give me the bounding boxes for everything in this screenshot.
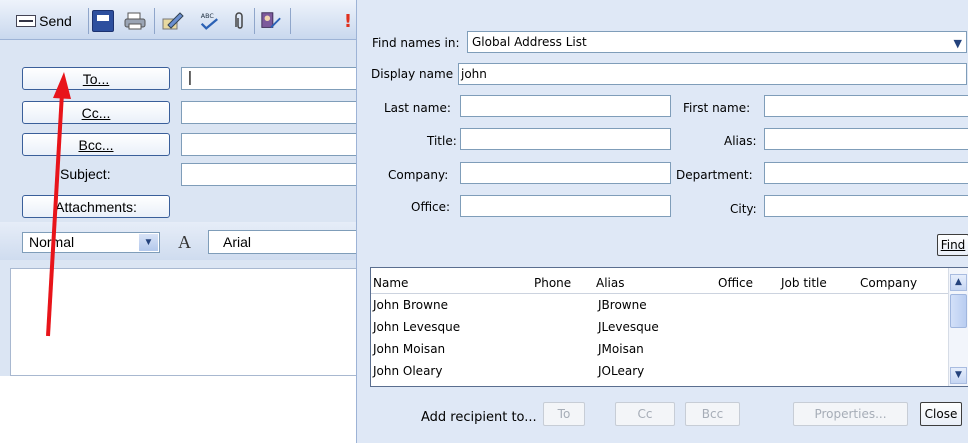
- find-names-select[interactable]: Global Address List ▼: [467, 31, 967, 53]
- row-name: John Browne: [373, 298, 448, 312]
- print-icon: [124, 10, 146, 32]
- first-name-input[interactable]: [764, 95, 968, 117]
- title-label: Title:: [427, 134, 457, 148]
- importance-button[interactable]: !: [340, 9, 356, 33]
- find-names-label: Find names in:: [372, 36, 460, 50]
- print-button[interactable]: [124, 9, 146, 33]
- font-select-value: Arial: [223, 234, 252, 250]
- alias-label: Alias:: [724, 134, 757, 148]
- table-row[interactable]: John Levesque JLevesque: [371, 317, 949, 339]
- to-input-cursor: |: [188, 69, 192, 86]
- add-recipient-label: Add recipient to...: [421, 410, 537, 425]
- row-name: John Levesque: [373, 320, 461, 334]
- department-input[interactable]: [764, 162, 968, 184]
- add-bcc-label: Bcc: [701, 407, 724, 421]
- company-input[interactable]: [460, 162, 671, 184]
- column-header-phone[interactable]: Phone: [534, 276, 571, 290]
- first-name-label: First name:: [683, 101, 751, 115]
- to-input[interactable]: |: [181, 67, 356, 90]
- importance-icon: !: [343, 10, 353, 32]
- results-list[interactable]: Name Phone Alias Office Job title Compan…: [370, 267, 968, 387]
- toolbar-separator: [290, 8, 291, 34]
- add-cc-button[interactable]: Cc: [615, 402, 675, 426]
- add-to-label: To: [557, 407, 571, 421]
- properties-label: Properties...: [814, 407, 887, 421]
- row-alias: JLevesque: [598, 320, 659, 334]
- toolbar-separator: [154, 8, 155, 34]
- spell-check-icon: ABC: [198, 10, 220, 32]
- find-names-value: Global Address List: [472, 35, 587, 49]
- chevron-down-icon[interactable]: ▼: [139, 234, 158, 251]
- edit-icon: [162, 10, 184, 32]
- annotation-arrow-shaft: [46, 92, 64, 337]
- office-label: Office:: [411, 200, 451, 214]
- city-input[interactable]: [764, 195, 968, 217]
- properties-button[interactable]: Properties...: [793, 402, 908, 426]
- column-header-office[interactable]: Office: [718, 276, 753, 290]
- table-row[interactable]: John Moisan JMoisan: [371, 339, 949, 361]
- column-header-job-title[interactable]: Job title: [781, 276, 827, 290]
- annotation-arrow: [46, 72, 71, 337]
- row-alias: JBrowne: [598, 298, 647, 312]
- display-name-input[interactable]: john: [458, 63, 967, 85]
- row-name: John Moisan: [373, 342, 446, 356]
- annotation-arrow-head: [53, 72, 71, 99]
- add-cc-label: Cc: [637, 407, 653, 421]
- row-name: John Oleary: [373, 364, 443, 378]
- alias-input[interactable]: [764, 128, 968, 150]
- column-header-company[interactable]: Company: [860, 276, 917, 290]
- svg-text:ABC: ABC: [201, 12, 215, 20]
- title-input[interactable]: [460, 128, 671, 150]
- company-label: Company:: [388, 168, 449, 182]
- address-book-icon: [260, 10, 282, 32]
- last-name-input[interactable]: [460, 95, 671, 117]
- column-header-name[interactable]: Name: [373, 276, 408, 290]
- add-to-button[interactable]: To: [543, 402, 585, 426]
- row-alias: JOLeary: [598, 364, 645, 378]
- scroll-thumb[interactable]: [950, 294, 967, 328]
- address-book-button[interactable]: [260, 9, 282, 33]
- cc-input[interactable]: [181, 101, 356, 124]
- toolbar-separator: [254, 8, 255, 34]
- table-row[interactable]: John Browne JBrowne: [371, 295, 949, 317]
- font-icon: A: [178, 232, 191, 252]
- close-button[interactable]: Close: [920, 402, 962, 426]
- close-label: Close: [924, 407, 958, 421]
- find-button-label: Find: [940, 238, 966, 252]
- display-name-value: john: [461, 67, 487, 81]
- spell-check-button[interactable]: ABC: [198, 9, 220, 33]
- font-select[interactable]: Arial: [208, 230, 356, 254]
- last-name-label: Last name:: [384, 101, 451, 115]
- display-name-label: Display name: [371, 67, 454, 81]
- city-label: City:: [730, 202, 757, 216]
- results-scrollbar[interactable]: ▲ ▼: [948, 268, 968, 386]
- scroll-down-icon[interactable]: ▼: [950, 367, 967, 384]
- attach-icon: [228, 10, 250, 32]
- subject-input[interactable]: [181, 163, 356, 186]
- results-header: Name Phone Alias Office Job title Compan…: [371, 268, 949, 294]
- bcc-input[interactable]: [181, 133, 356, 156]
- chevron-down-icon[interactable]: ▼: [954, 34, 962, 54]
- edit-button[interactable]: [162, 9, 184, 33]
- address-book-dialog: Find names in: Global Address List ▼ Dis…: [356, 0, 968, 443]
- department-label: Department:: [676, 168, 753, 182]
- table-row[interactable]: John Oleary JOLeary: [371, 361, 949, 383]
- office-input[interactable]: [460, 195, 671, 217]
- find-button[interactable]: Find: [937, 234, 968, 256]
- attach-button[interactable]: [228, 9, 250, 33]
- add-bcc-button[interactable]: Bcc: [685, 402, 740, 426]
- scroll-up-icon[interactable]: ▲: [950, 274, 967, 291]
- row-alias: JMoisan: [598, 342, 644, 356]
- column-header-alias[interactable]: Alias: [596, 276, 624, 290]
